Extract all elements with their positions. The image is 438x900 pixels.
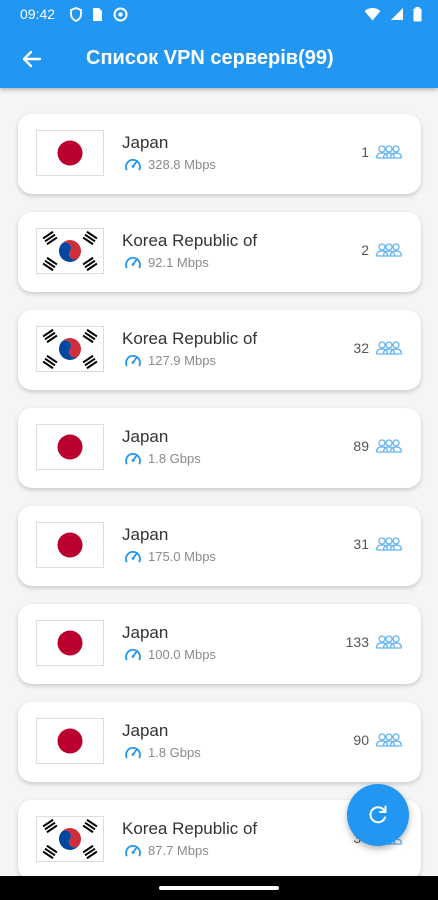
speedometer-icon [125, 845, 141, 857]
status-time: 09:42 [20, 6, 56, 22]
server-speed: 1.8 Gbps [148, 744, 201, 760]
status-bar: 09:42 [0, 0, 438, 30]
page-title: Список VPN серверів(99) [86, 47, 334, 69]
vpn-app-icon [113, 7, 128, 22]
server-country: Japan [122, 427, 169, 446]
shield-icon [70, 7, 82, 22]
korea-flag-icon [37, 229, 103, 273]
users-group-icon [375, 243, 403, 257]
japan-flag-icon [37, 719, 103, 763]
server-country: Japan [122, 623, 169, 642]
users-group-icon [375, 635, 403, 649]
japan-flag-icon [37, 425, 103, 469]
server-speed: 127.9 Mbps [148, 352, 216, 368]
battery-icon [413, 7, 422, 22]
server-speed: 1.8 Gbps [148, 450, 201, 466]
speedometer-icon [125, 649, 141, 661]
japan-flag-icon [37, 131, 103, 175]
system-nav-bar [0, 876, 438, 900]
user-count: 89 [353, 438, 369, 454]
refresh-button[interactable] [347, 784, 409, 846]
country-flag [36, 522, 104, 568]
users-group-icon [375, 145, 403, 159]
server-speed: 175.0 Mbps [148, 548, 216, 564]
signal-icon [391, 8, 403, 20]
server-country: Japan [122, 133, 169, 152]
users-group-icon [375, 439, 403, 453]
server-speed: 328.8 Mbps [148, 156, 216, 172]
server-speed: 100.0 Mbps [148, 646, 216, 662]
server-country: Korea Republic of [122, 231, 258, 250]
wifi-icon [364, 8, 381, 21]
country-flag [36, 228, 104, 274]
user-count: 133 [345, 634, 369, 650]
country-flag [36, 620, 104, 666]
server-country: Korea Republic of [122, 329, 258, 348]
country-flag [36, 130, 104, 176]
sim-card-icon [93, 8, 102, 21]
country-flag [36, 718, 104, 764]
server-card[interactable]: Japan 1.8 Gbps 90 [18, 702, 421, 782]
country-flag [36, 424, 104, 470]
korea-flag-icon [37, 817, 103, 861]
user-count: 1 [361, 144, 369, 160]
speedometer-icon [125, 551, 141, 563]
server-card[interactable]: Korea Republic of 92.1 Mbps 2 [18, 212, 421, 292]
server-country: Japan [122, 721, 169, 740]
user-count: 90 [353, 732, 369, 748]
server-card[interactable]: Korea Republic of 127.9 Mbps 32 [18, 310, 421, 390]
country-flag [36, 816, 104, 862]
speedometer-icon [125, 355, 141, 367]
user-count: 32 [353, 340, 369, 356]
server-card[interactable]: Japan 175.0 Mbps 31 [18, 506, 421, 586]
japan-flag-icon [37, 621, 103, 665]
home-gesture-bar[interactable] [159, 886, 279, 890]
server-country: Japan [122, 525, 169, 544]
speedometer-icon [125, 159, 141, 171]
speedometer-icon [125, 453, 141, 465]
server-card[interactable]: Japan 328.8 Mbps 1 [18, 114, 421, 194]
japan-flag-icon [37, 523, 103, 567]
app-bar: Список VPN серверів(99) [0, 30, 438, 88]
speedometer-icon [125, 257, 141, 269]
arrow-back-icon[interactable] [20, 47, 44, 71]
users-group-icon [375, 537, 403, 551]
server-speed: 92.1 Mbps [148, 254, 209, 270]
server-speed: 87.7 Mbps [148, 842, 209, 858]
user-count: 2 [361, 242, 369, 258]
server-country: Korea Republic of [122, 819, 258, 838]
country-flag [36, 326, 104, 372]
users-group-icon [375, 733, 403, 747]
server-card[interactable]: Japan 100.0 Mbps 133 [18, 604, 421, 684]
user-count: 31 [353, 536, 369, 552]
korea-flag-icon [37, 327, 103, 371]
users-group-icon [375, 341, 403, 355]
refresh-icon [369, 805, 387, 824]
speedometer-icon [125, 747, 141, 759]
server-card[interactable]: Japan 1.8 Gbps 89 [18, 408, 421, 488]
